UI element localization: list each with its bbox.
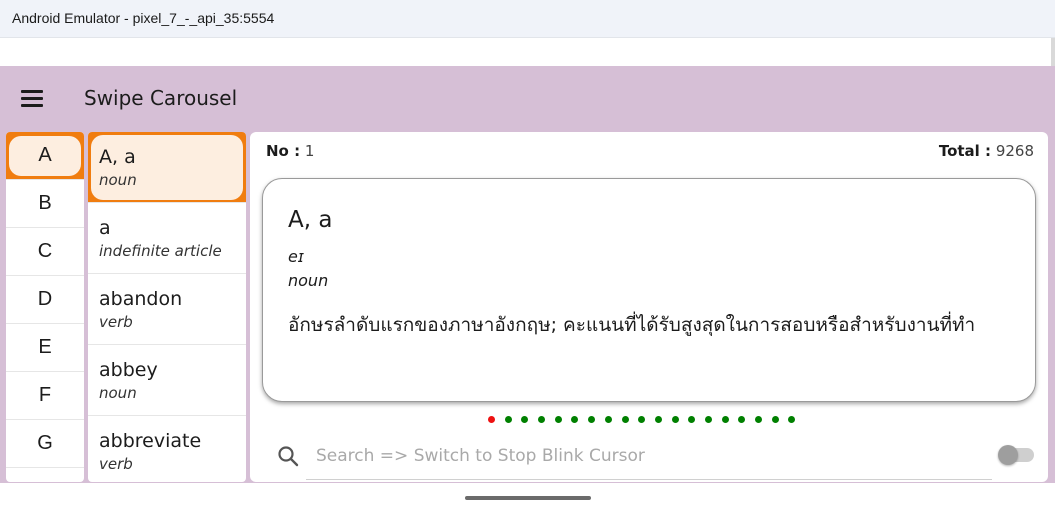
page-dot[interactable]	[788, 415, 796, 423]
letter-item[interactable]: E	[6, 324, 84, 372]
detail-panel: No : 1 Total : 9268 A, a eɪ noun อักษรลำ…	[250, 132, 1048, 482]
letter-index-list[interactable]: A B C D E F G	[6, 132, 84, 482]
word-part-of-speech: noun	[99, 384, 137, 402]
letter-label: F	[38, 384, 52, 406]
navigation-bar	[0, 483, 1055, 513]
word-list-item[interactable]: A, a noun	[88, 132, 246, 203]
card-meaning: อักษรลำดับแรกของภาษาอังกฤษ; คะแนนที่ได้ร…	[288, 314, 976, 336]
letter-label: B	[38, 192, 52, 214]
total-count: Total : 9268	[939, 142, 1034, 160]
letter-item[interactable]: B	[6, 180, 84, 228]
search-input[interactable]	[314, 440, 998, 472]
word-list-item[interactable]: abbey noun	[88, 345, 246, 416]
letter-label: E	[38, 336, 52, 358]
card-pronunciation: eɪ	[288, 247, 304, 266]
word-part-of-speech: noun	[99, 171, 137, 189]
gesture-handle[interactable]	[465, 496, 591, 500]
word-card[interactable]: A, a eɪ noun อักษรลำดับแรกของภาษาอังกฤษ;…	[262, 178, 1036, 402]
word-part-of-speech: indefinite article	[99, 242, 222, 260]
page-dot[interactable]	[638, 415, 646, 423]
card-word: A, a	[288, 207, 333, 233]
search-underline	[306, 479, 992, 480]
status-bar	[0, 38, 1055, 66]
page-dot[interactable]	[604, 415, 612, 423]
page-dot[interactable]	[571, 415, 579, 423]
word-list-item[interactable]: abbreviate verb	[88, 416, 246, 482]
card-part-of-speech: noun	[288, 271, 329, 290]
page-dot[interactable]	[654, 415, 662, 423]
item-number-label: No :	[266, 142, 301, 160]
page-dot[interactable]	[771, 415, 779, 423]
search-icon[interactable]	[276, 444, 300, 468]
word-text: abbreviate	[99, 430, 202, 452]
word-text: A, a	[99, 146, 136, 168]
search-bar	[250, 432, 1048, 482]
emulator-titlebar: Android Emulator - pixel_7_-_api_35:5554	[0, 0, 1055, 38]
window-edge-strip	[1051, 38, 1055, 66]
letter-item[interactable]: C	[6, 228, 84, 276]
item-number-value: 1	[304, 142, 315, 160]
word-part-of-speech: verb	[99, 455, 133, 473]
page-dot[interactable]	[704, 415, 712, 423]
letter-label: A	[38, 144, 52, 166]
letter-label: C	[37, 240, 53, 262]
word-text: a	[99, 217, 111, 239]
total-count-value: 9268	[995, 142, 1034, 160]
blink-cursor-toggle[interactable]	[998, 445, 1034, 465]
word-text: abbey	[99, 359, 158, 381]
word-list-item[interactable]: a indefinite article	[88, 203, 246, 274]
app-title: Swipe Carousel	[84, 86, 238, 110]
word-text: abandon	[99, 288, 183, 310]
page-dot[interactable]	[621, 415, 629, 423]
letter-label: G	[37, 432, 53, 454]
letter-item[interactable]: D	[6, 276, 84, 324]
page-dot[interactable]	[755, 415, 762, 423]
page-dot[interactable]	[521, 415, 529, 423]
word-list-item[interactable]: abandon verb	[88, 274, 246, 345]
app-bar: Swipe Carousel	[0, 66, 1055, 130]
carousel-page-indicator	[488, 414, 796, 424]
item-number: No : 1	[266, 142, 314, 160]
letter-label: D	[37, 288, 53, 310]
page-dot[interactable]	[538, 415, 546, 423]
letter-item[interactable]: G	[6, 420, 84, 468]
page-dot[interactable]	[671, 415, 679, 423]
window-title: Android Emulator - pixel_7_-_api_35:5554	[12, 10, 275, 26]
page-dot-active[interactable]	[488, 415, 495, 423]
word-part-of-speech: verb	[99, 313, 133, 331]
page-dot[interactable]	[721, 415, 729, 423]
page-dot[interactable]	[504, 415, 512, 423]
page-dot[interactable]	[738, 415, 746, 423]
toggle-thumb	[998, 445, 1018, 465]
total-count-label: Total :	[938, 142, 992, 160]
word-list[interactable]: A, a noun a indefinite article abandon verb ab…	[88, 132, 246, 482]
page-dot[interactable]	[554, 415, 562, 423]
page-dot[interactable]	[588, 415, 596, 423]
letter-item[interactable]: F	[6, 372, 84, 420]
hamburger-menu-icon[interactable]	[18, 86, 48, 110]
page-dot[interactable]	[688, 415, 696, 423]
letter-item[interactable]: A	[6, 132, 84, 180]
